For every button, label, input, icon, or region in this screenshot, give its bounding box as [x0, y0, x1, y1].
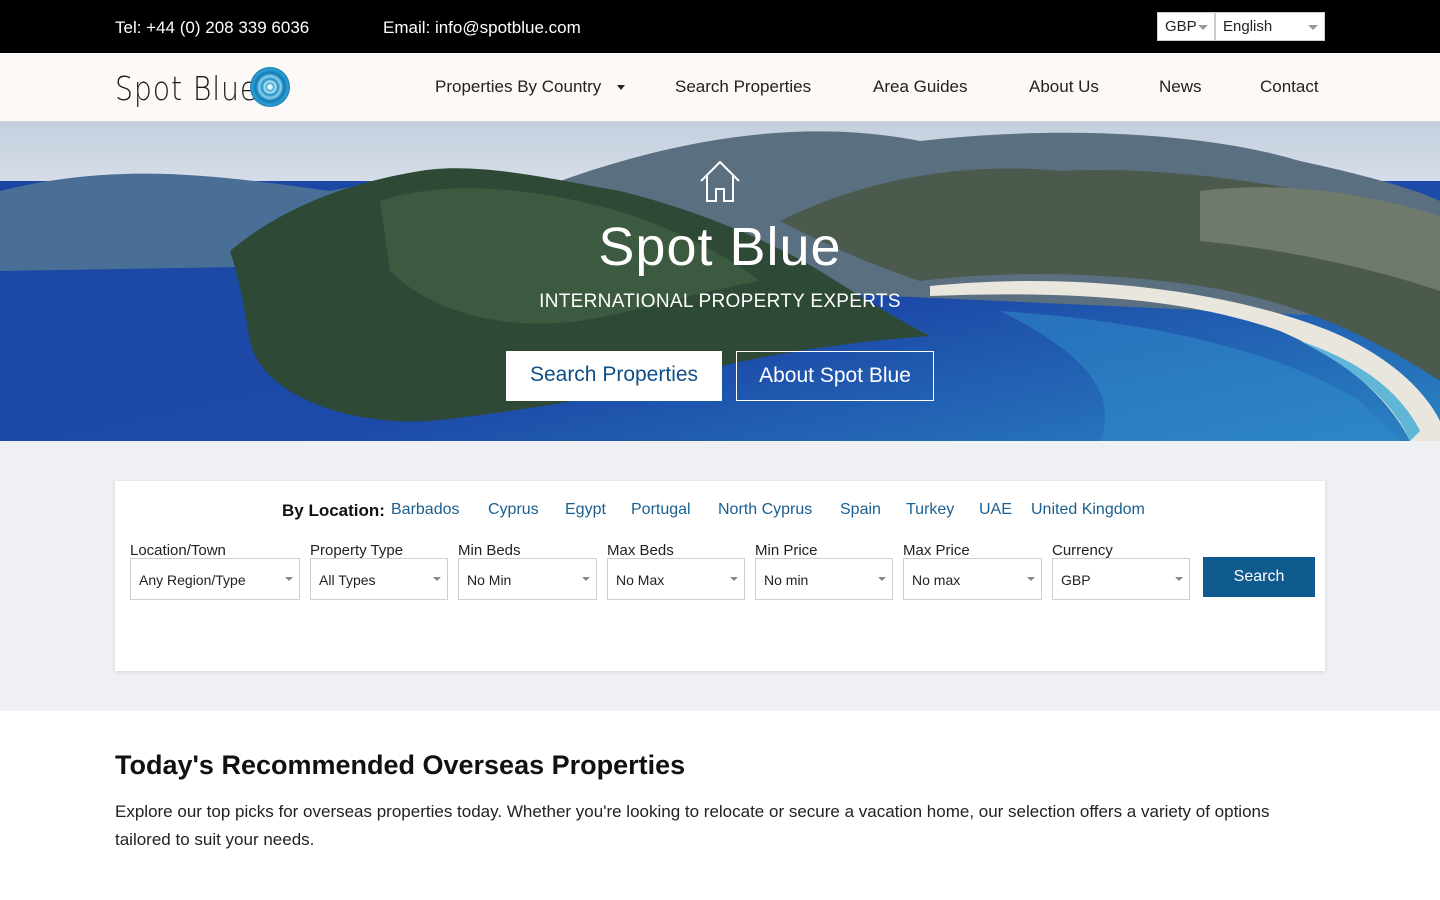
chevron-down-icon	[582, 577, 590, 581]
select-value: No Min	[467, 572, 512, 588]
property-search-section: By Location: Barbados Cyprus Egypt Portu…	[0, 441, 1440, 711]
max-beds-label: Max Beds	[607, 542, 674, 559]
location-link-north-cyprus[interactable]: North Cyprus	[718, 501, 812, 519]
nav-news[interactable]: News	[1159, 77, 1202, 97]
select-value: No max	[912, 572, 961, 588]
select-value: Any Region/Type	[139, 572, 246, 588]
phone-number[interactable]: Tel: +44 (0) 208 339 6036	[115, 18, 309, 38]
currency-label: Currency	[1052, 542, 1113, 559]
select-value: No Max	[616, 572, 665, 588]
location-link-barbados[interactable]: Barbados	[391, 501, 460, 519]
chevron-down-icon	[1198, 25, 1208, 30]
by-location-label: By Location:	[282, 501, 385, 520]
chevron-down-icon	[1175, 577, 1183, 581]
max-price-select[interactable]: No max	[903, 558, 1042, 600]
recommended-section-description: Explore our top picks for overseas prope…	[115, 802, 1270, 849]
currency-select[interactable]: GBP	[1052, 558, 1190, 600]
select-value: All Types	[319, 572, 376, 588]
logo-text: Spot Blue	[115, 69, 259, 108]
search-card: By Location: Barbados Cyprus Egypt Portu…	[115, 481, 1325, 671]
email-address[interactable]: Email: info@spotblue.com	[383, 18, 581, 38]
location-link-egypt[interactable]: Egypt	[565, 501, 606, 519]
main-navbar: Spot Blue Properties By Country Search P…	[0, 53, 1440, 121]
chevron-down-icon	[1308, 25, 1318, 30]
nav-contact[interactable]: Contact	[1260, 77, 1319, 97]
min-beds-select[interactable]: No Min	[458, 558, 597, 600]
max-beds-select[interactable]: No Max	[607, 558, 745, 600]
select-value: No min	[764, 572, 809, 588]
nav-search-properties[interactable]: Search Properties	[675, 77, 811, 97]
nav-about-us[interactable]: About Us	[1029, 77, 1099, 97]
location-link-spain[interactable]: Spain	[840, 501, 881, 519]
property-type-select[interactable]: All Types	[310, 558, 448, 600]
currency-selector-value: GBP	[1165, 18, 1197, 35]
hero-banner: Spot Blue INTERNATIONAL PROPERTY EXPERTS…	[0, 121, 1440, 441]
chevron-down-icon	[730, 577, 738, 581]
min-beds-label: Min Beds	[458, 542, 521, 559]
currency-selector[interactable]: GBP	[1157, 12, 1215, 41]
logo-globe-icon	[250, 67, 290, 107]
location-town-select[interactable]: Any Region/Type	[130, 558, 300, 600]
recommended-section-title: Today's Recommended Overseas Properties	[115, 750, 686, 780]
location-link-united-kingdom[interactable]: United Kingdom	[1031, 501, 1145, 519]
location-link-portugal[interactable]: Portugal	[631, 501, 691, 519]
language-selector[interactable]: English	[1215, 12, 1325, 41]
location-link-cyprus[interactable]: Cyprus	[488, 501, 539, 519]
chevron-down-icon	[878, 577, 886, 581]
location-link-uae[interactable]: UAE	[979, 501, 1012, 519]
nav-properties-by-country[interactable]: Properties By Country	[435, 77, 625, 97]
hero-about-button[interactable]: About Spot Blue	[736, 351, 934, 401]
property-type-label: Property Type	[310, 542, 404, 559]
home-icon	[700, 160, 740, 202]
min-price-select[interactable]: No min	[755, 558, 893, 600]
search-button[interactable]: Search	[1203, 557, 1315, 597]
hero-search-properties-button[interactable]: Search Properties	[506, 351, 722, 401]
nav-area-guides[interactable]: Area Guides	[873, 77, 968, 97]
hero-title: Spot Blue	[598, 217, 842, 277]
max-price-label: Max Price	[903, 542, 970, 559]
chevron-down-icon	[285, 577, 293, 581]
location-link-turkey[interactable]: Turkey	[906, 501, 954, 519]
chevron-down-icon	[433, 577, 441, 581]
select-value: GBP	[1061, 572, 1091, 588]
chevron-down-icon	[1027, 577, 1035, 581]
chevron-down-icon	[617, 85, 625, 90]
hero-subtitle: INTERNATIONAL PROPERTY EXPERTS	[539, 291, 901, 312]
language-selector-value: English	[1223, 18, 1273, 35]
min-price-label: Min Price	[755, 542, 818, 559]
top-bar: Tel: +44 (0) 208 339 6036 Email: info@sp…	[0, 0, 1440, 53]
nav-label: Properties By Country	[435, 77, 602, 96]
location-town-label: Location/Town	[130, 542, 226, 559]
